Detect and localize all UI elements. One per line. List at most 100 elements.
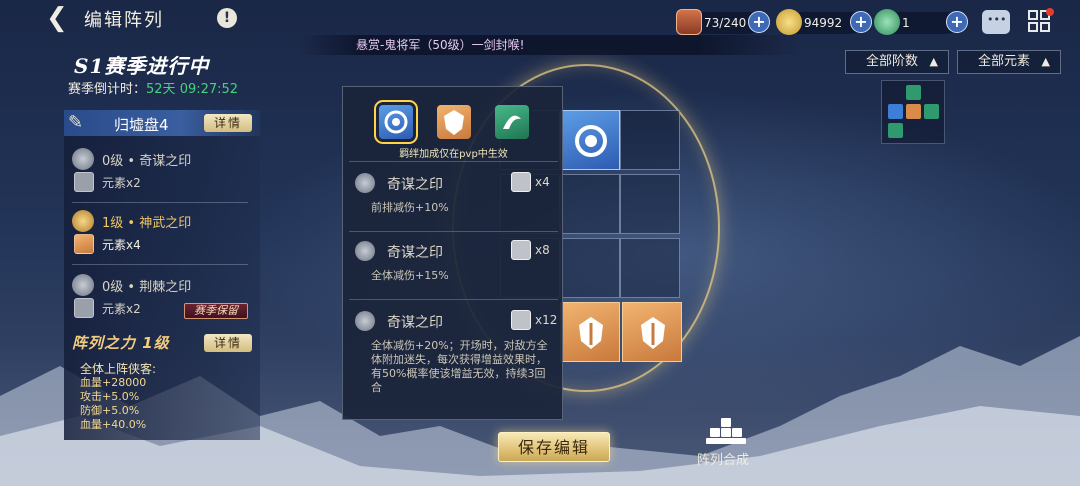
minimap-green-seal [924,104,939,119]
chat-button[interactable] [982,10,1010,34]
announcement-marquee: 悬赏-鬼将军（50级）一剑封喉! [300,35,800,55]
tier-filter-dropdown[interactable]: 全部阶数 ▲ [845,50,949,74]
seal-name: 0级 • 奇谋之印 [102,154,192,169]
element-icon [74,172,94,192]
seal-name: 0级 • 荆棘之印 [102,280,192,295]
tab-orange-seal[interactable] [437,105,471,139]
divider [349,231,558,232]
resource-gold: 94992 + [776,9,872,35]
divider [349,299,558,300]
add-jade-button[interactable]: + [946,11,968,33]
spiral-seal-icon [511,310,531,330]
grid-cell-orange-seal[interactable] [622,302,682,362]
back-button[interactable]: ❮ [46,5,74,32]
spiral-seal-icon [72,148,94,170]
spiral-seal-icon [355,173,375,193]
spiral-seal-icon [355,241,375,261]
divider [349,161,558,162]
bonus-line: 血量+40.0% [80,418,147,431]
triangle-up-icon: ▲ [929,55,938,68]
triangle-up-icon: ▲ [1041,55,1050,68]
bond-tier-desc: 全体减伤+20%；开场时，对敌方全体附加迷失，每次获得增益效果时，有50%概率使… [371,339,548,394]
tab-blue-seal[interactable] [374,100,418,144]
grid-cell[interactable] [560,238,620,298]
season-title: S1赛季进行中 [74,54,210,78]
shield-seal-icon [444,110,464,135]
chest-icon [676,9,702,35]
resource-gold-value: 94992 [804,16,843,30]
seal-element: 元素x4 [102,238,141,252]
bond-tier-count: x8 [535,243,550,257]
menu-grid-button[interactable] [1028,8,1054,34]
gold-token-icon [776,9,802,35]
pvp-note: 羁绊加成仅在pvp中生效 [399,149,508,160]
shield-seal-icon [641,317,665,349]
seal-row[interactable]: 0级 • 奇谋之印 元素x2 [72,148,252,204]
thorn-seal-icon [503,115,521,129]
season-countdown: 赛季倒计时：52天 09:27:52 [68,78,238,97]
divider [72,264,248,265]
grid-cell-orange-seal[interactable] [560,302,620,362]
minimap-green-seal [888,123,903,138]
spiral-seal-icon [511,172,531,192]
seal-element: 元素x2 [102,302,141,316]
add-chest-button[interactable]: + [748,11,770,33]
element-filter-label: 全部元素 [978,54,1031,69]
element-icon [74,298,94,318]
spiral-seal-icon [575,125,607,157]
disc-header: ✎ 归墟盘4 详情 [64,110,260,136]
countdown-label: 赛季倒计时： [68,82,147,97]
bond-tier-header: 奇谋之印 x8 [349,239,558,263]
spiral-seal-icon [384,110,408,134]
minimap-orange-seal [906,104,921,119]
disc-name: 归墟盘4 [114,116,169,134]
minimap-blue-seal [888,104,903,119]
add-gold-button[interactable]: + [850,11,872,33]
minimap-green-seal [906,85,921,100]
seal-bond-panel: 羁绊加成仅在pvp中生效 奇谋之印 x4 前排减伤+10% 奇谋之印 x8 全体… [342,86,563,420]
page-title: 编辑阵列 [84,10,164,31]
seal-element: 元素x2 [102,176,141,190]
resource-chest-value: 73/240 [704,16,747,30]
divider [72,202,248,203]
info-button[interactable]: ! [217,8,237,28]
formation-synth-icon[interactable] [706,416,746,446]
seal-row[interactable]: 0级 • 荆棘之印 元素x2 [72,274,252,330]
bond-tier-desc: 全体减伤+15% [371,269,449,282]
bond-tier-desc: 前排减伤+10% [371,201,449,214]
season-keep-badge: 赛季保留 [184,303,248,319]
disc-detail-button[interactable]: 详情 [204,114,252,132]
grid-cell[interactable] [620,174,680,234]
spiral-seal-icon [511,240,531,260]
bond-tier-name: 奇谋之印 [387,245,443,261]
resource-chest: 73/240 + [676,9,770,35]
grid-cell-blue-seal[interactable] [560,110,620,170]
formation-synth-label[interactable]: 阵列合成 [697,449,749,468]
save-button[interactable]: 保存编辑 [498,432,610,462]
countdown-value: 52天 09:27:52 [146,82,239,97]
bond-tier-name: 奇谋之印 [387,315,443,331]
bond-tier-header: 奇谋之印 x12 [349,309,558,333]
tab-green-seal[interactable] [495,105,529,139]
grid-cell[interactable] [560,174,620,234]
brush-icon: ✎ [68,112,84,133]
formation-power-detail-button[interactable]: 详情 [204,334,252,352]
spiral-seal-icon [355,311,375,331]
grid-cell[interactable] [620,238,680,298]
bond-tier-count: x4 [535,175,550,189]
resource-jade-value: 1 [902,16,910,30]
element-filter-dropdown[interactable]: 全部元素 ▲ [957,50,1061,74]
shield-seal-icon [72,210,94,232]
formation-power-title: 阵列之力 1级 [72,334,170,352]
thorn-seal-icon [72,274,94,296]
top-bar: ❮ 编辑阵列 ! 73/240 + 94992 + 1 + [0,0,1080,38]
grid-cell[interactable] [620,110,680,170]
bond-tier-header: 奇谋之印 x4 [349,171,558,195]
bond-tier-name: 奇谋之印 [387,177,443,193]
notification-dot [1046,8,1054,16]
tier-filter-label: 全部阶数 [866,54,919,69]
seal-row[interactable]: 1级 • 神武之印 元素x4 [72,210,252,266]
formation-minimap[interactable] [881,80,945,144]
bond-tier-count: x12 [535,313,558,327]
jade-token-icon [874,9,900,35]
